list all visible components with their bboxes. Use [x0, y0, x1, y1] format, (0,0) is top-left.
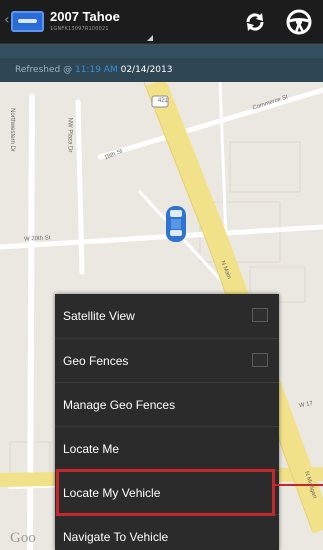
menu-item-geo-fences[interactable]: Geo Fences [55, 338, 279, 382]
app-bar: ‹ 2007 Tahoe 1GNFK13097R100021 [0, 0, 323, 44]
highlight-box [56, 469, 275, 516]
refreshed-time: 11:19 AM [74, 65, 118, 75]
google-attribution: Goo [10, 530, 36, 546]
refreshed-status-bar: Refreshed @ 11:19 AM 02/14/2013 [0, 58, 323, 82]
menu-item-label: Satellite View [63, 309, 135, 323]
callout-line [275, 484, 323, 486]
street-label: NW Plaza Dr [66, 117, 73, 153]
satellite-view-checkbox[interactable] [252, 308, 268, 322]
steering-wheel-icon [286, 9, 312, 35]
dropdown-caret-icon[interactable] [147, 35, 153, 41]
menu-item-label: Navigate To Vehicle [63, 530, 169, 544]
route-number: 421 [158, 98, 169, 104]
menu-item-navigate-to-vehicle[interactable]: Navigate To Vehicle [55, 514, 279, 550]
refreshed-label: Refreshed @ [15, 65, 73, 75]
street-label: Northwestern Dr [8, 108, 15, 152]
geo-fences-checkbox[interactable] [252, 353, 268, 367]
menu-item-satellite-view[interactable]: Satellite View [55, 294, 279, 338]
vehicle-marker-icon[interactable] [166, 206, 186, 242]
menu-item-locate-me[interactable]: Locate Me [55, 426, 279, 470]
app-logo-icon[interactable] [11, 11, 44, 32]
refreshed-date: 02/14/2013 [120, 65, 173, 75]
menu-item-manage-geo-fences[interactable]: Manage Geo Fences [55, 382, 279, 426]
vehicle-title[interactable]: 2007 Tahoe [50, 9, 120, 24]
refresh-button[interactable] [242, 9, 268, 35]
vehicle-subtext: 1GNFK13097R100021 [50, 26, 109, 32]
steering-wheel-button[interactable] [286, 9, 312, 35]
menu-item-label: Geo Fences [63, 354, 129, 368]
refresh-icon [246, 13, 264, 31]
menu-item-label: Manage Geo Fences [63, 398, 176, 412]
menu-item-label: Locate Me [63, 442, 120, 456]
chevron-left-icon[interactable]: ‹ [4, 13, 10, 27]
bar-gap [0, 44, 323, 58]
